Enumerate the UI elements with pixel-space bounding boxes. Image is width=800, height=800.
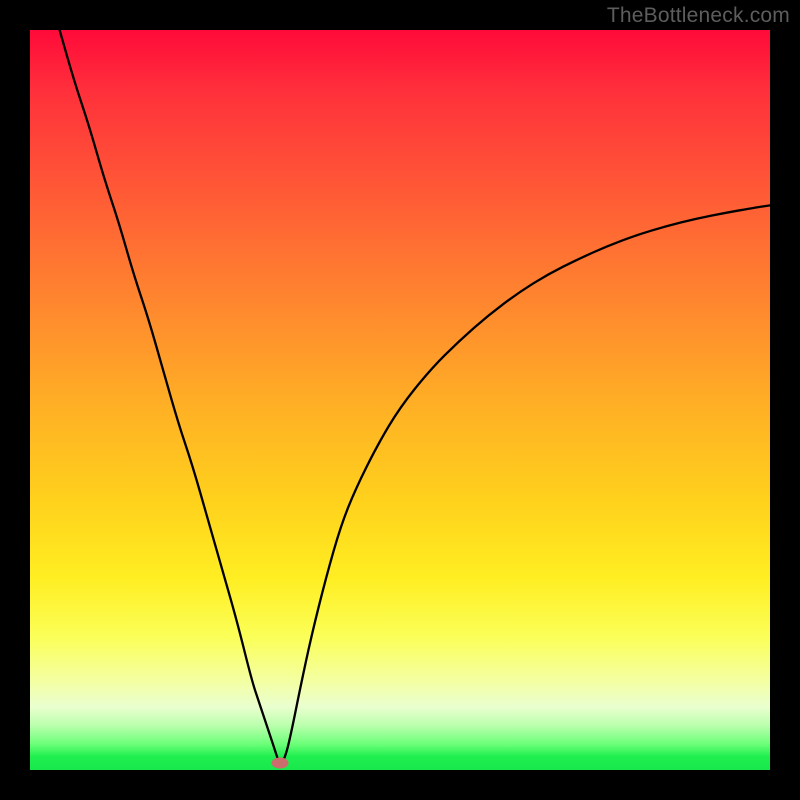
bottleneck-curve — [30, 30, 770, 770]
watermark-text: TheBottleneck.com — [607, 4, 790, 28]
outer-frame: TheBottleneck.com — [0, 0, 800, 800]
minimum-marker — [272, 757, 289, 768]
curve-path — [60, 30, 770, 763]
plot-area — [30, 30, 770, 770]
